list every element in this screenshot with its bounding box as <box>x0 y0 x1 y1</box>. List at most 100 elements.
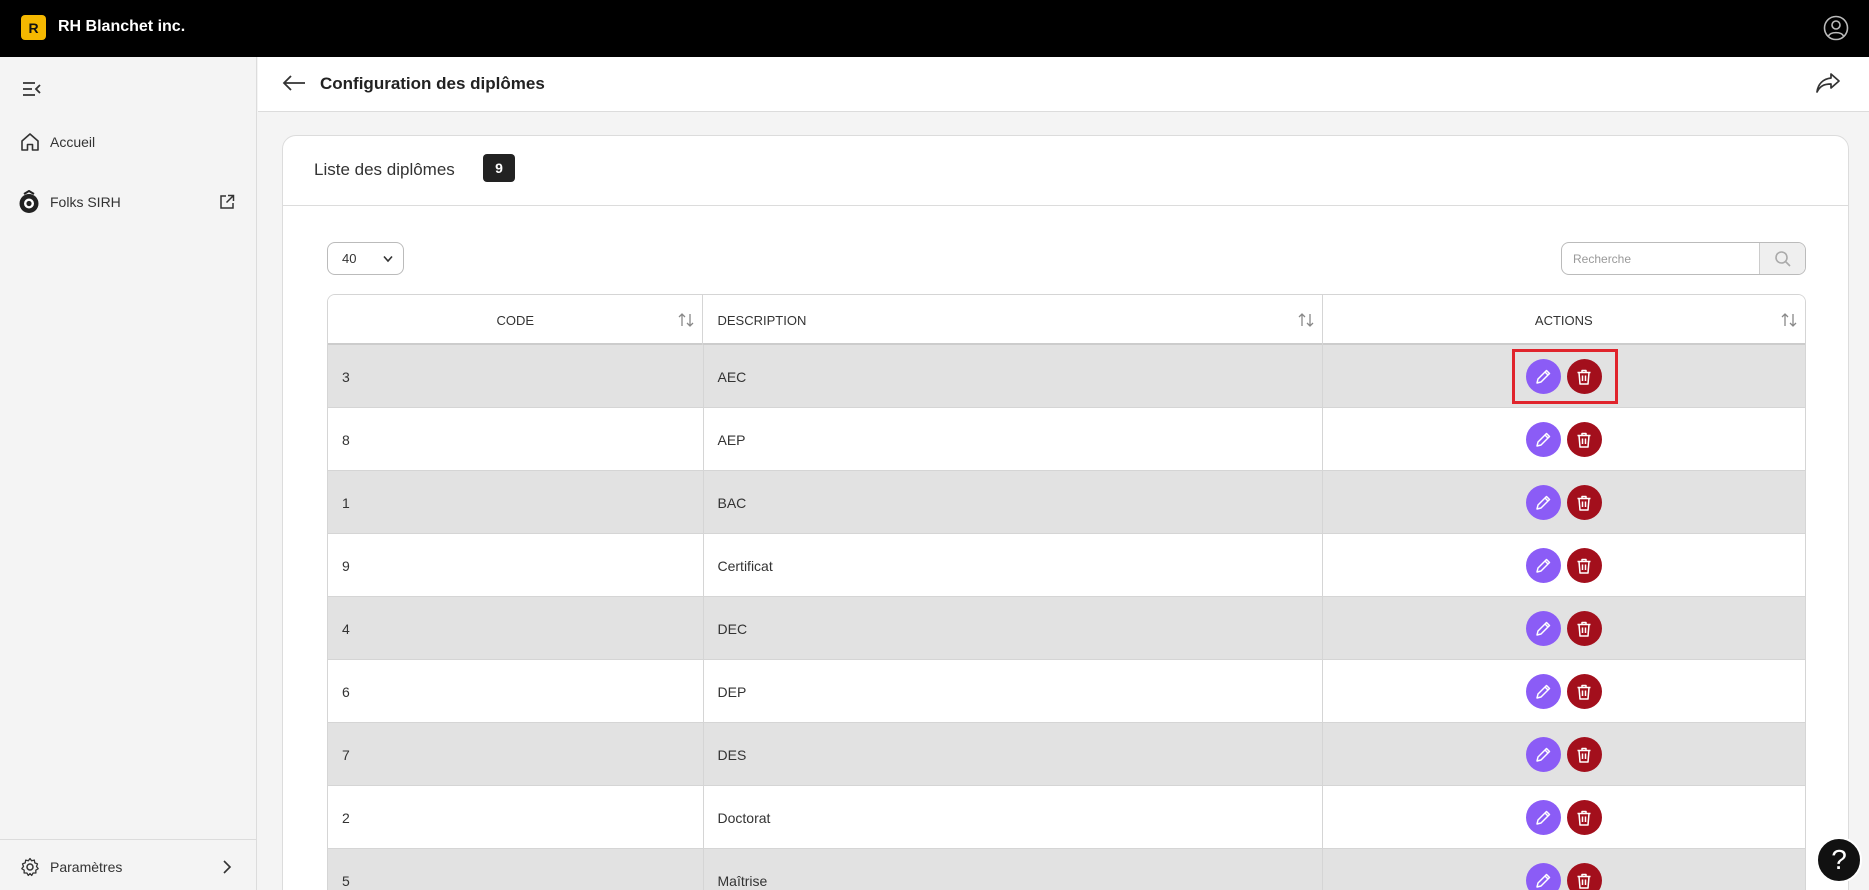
folks-logo-icon <box>19 190 39 213</box>
highlight-box <box>1511 349 1618 404</box>
count-badge: 9 <box>483 154 515 182</box>
cell-description: Doctorat <box>704 786 1323 849</box>
table-header: CODE DESCRIPTION ACTIONS <box>328 295 1805 345</box>
table-row: 2 Doctorat <box>328 786 1805 849</box>
edit-button[interactable] <box>1525 674 1561 709</box>
cell-code: 1 <box>328 471 704 534</box>
delete-button[interactable] <box>1566 548 1602 583</box>
edit-button[interactable] <box>1525 485 1561 520</box>
cell-actions <box>1323 471 1805 534</box>
cell-description: AEP <box>704 408 1323 471</box>
edit-button[interactable] <box>1525 737 1561 772</box>
delete-button[interactable] <box>1566 611 1602 646</box>
app-logo[interactable]: R <box>21 15 46 40</box>
top-bar: R RH Blanchet inc. <box>0 0 1869 57</box>
collapse-menu-icon[interactable] <box>22 80 42 98</box>
app-title[interactable]: RH Blanchet inc. <box>58 18 185 36</box>
search-input[interactable] <box>1562 243 1760 274</box>
sort-icon[interactable] <box>1781 313 1797 327</box>
cell-actions <box>1323 534 1805 597</box>
column-header-label: CODE <box>496 312 535 328</box>
column-header-description[interactable]: DESCRIPTION <box>703 295 1323 345</box>
sidebar-item-label: Folks SIRH <box>50 194 121 210</box>
sidebar: Accueil Folks SIRH Paramètres <box>0 57 257 890</box>
column-header-label: ACTIONS <box>1534 312 1593 328</box>
trash-icon <box>1577 621 1591 637</box>
diplomas-card: Liste des diplômes 9 40 CODE DESCRIPTION <box>282 135 1849 890</box>
back-arrow-icon[interactable] <box>282 73 306 93</box>
cell-code: 9 <box>328 534 704 597</box>
cell-code: 4 <box>328 597 704 660</box>
cell-actions <box>1323 786 1805 849</box>
table-row: 9 Certificat <box>328 534 1805 597</box>
search-button[interactable] <box>1759 243 1805 274</box>
column-header-code[interactable]: CODE <box>328 295 704 345</box>
cell-code: 3 <box>328 345 704 408</box>
edit-button[interactable] <box>1525 548 1561 583</box>
delete-button[interactable] <box>1566 800 1602 835</box>
cell-description: DES <box>704 723 1323 786</box>
table-row: 1 BAC <box>328 471 1805 534</box>
cell-description: DEP <box>704 660 1323 723</box>
cell-code: 2 <box>328 786 704 849</box>
gear-icon <box>21 857 39 877</box>
sidebar-divider <box>0 839 257 840</box>
cell-code: 6 <box>328 660 704 723</box>
pencil-icon <box>1536 558 1551 573</box>
sort-icon[interactable] <box>678 313 694 327</box>
table-row: 7 DES <box>328 723 1805 786</box>
edit-button[interactable] <box>1525 800 1561 835</box>
cell-description: BAC <box>704 471 1323 534</box>
sort-icon[interactable] <box>1298 313 1314 327</box>
pencil-icon <box>1536 873 1551 888</box>
cell-actions <box>1323 660 1805 723</box>
cell-actions <box>1323 723 1805 786</box>
delete-button[interactable] <box>1566 485 1602 520</box>
table-row: 3 AEC <box>328 345 1805 408</box>
delete-button[interactable] <box>1566 674 1602 709</box>
sidebar-item-folks-sirh[interactable]: Folks SIRH <box>0 182 257 222</box>
column-header-actions[interactable]: ACTIONS <box>1323 295 1805 345</box>
edit-button[interactable] <box>1525 863 1561 890</box>
sidebar-item-label: Accueil <box>50 134 96 150</box>
column-header-label: DESCRIPTION <box>717 312 807 328</box>
table-row: 8 AEP <box>328 408 1805 471</box>
trash-icon <box>1577 873 1591 889</box>
page-header: Configuration des diplômes <box>258 57 1869 112</box>
search-box <box>1561 242 1806 275</box>
cell-code: 5 <box>328 849 704 890</box>
share-icon[interactable] <box>1815 71 1841 95</box>
table-row: 6 DEP <box>328 660 1805 723</box>
cell-description: Maîtrise <box>704 849 1323 890</box>
trash-icon <box>1577 432 1591 448</box>
delete-button[interactable] <box>1566 422 1602 457</box>
page-size-select[interactable]: 40 <box>327 242 404 275</box>
card-header: Liste des diplômes 9 <box>283 136 1848 206</box>
chevron-right-icon <box>223 860 232 874</box>
diplomas-table: CODE DESCRIPTION ACTIONS 3 AEC 8 AEP 1 BAC 9 Ce… <box>327 294 1806 890</box>
edit-button[interactable] <box>1525 611 1561 646</box>
sidebar-item-label: Paramètres <box>50 859 123 875</box>
trash-icon <box>1577 810 1591 826</box>
page-size-value: 40 <box>342 251 357 266</box>
cell-description: DEC <box>704 597 1323 660</box>
external-link-icon[interactable] <box>219 194 235 210</box>
user-account-icon[interactable] <box>1823 15 1849 41</box>
cell-actions <box>1323 408 1805 471</box>
trash-icon <box>1577 495 1591 511</box>
pencil-icon <box>1536 621 1551 636</box>
pencil-icon <box>1536 810 1551 825</box>
table-row: 5 Maîtrise <box>328 849 1805 890</box>
delete-button[interactable] <box>1566 737 1602 772</box>
delete-button[interactable] <box>1566 863 1602 890</box>
help-button[interactable]: ? <box>1816 837 1862 883</box>
sidebar-item-parametres[interactable]: Paramètres <box>0 847 257 887</box>
chevron-down-icon <box>383 255 393 263</box>
cell-description: AEC <box>704 345 1323 408</box>
sidebar-item-accueil[interactable]: Accueil <box>0 122 257 162</box>
edit-button[interactable] <box>1525 422 1561 457</box>
trash-icon <box>1577 684 1591 700</box>
page-title: Configuration des diplômes <box>320 74 545 93</box>
cell-description: Certificat <box>704 534 1323 597</box>
cell-code: 8 <box>328 408 704 471</box>
